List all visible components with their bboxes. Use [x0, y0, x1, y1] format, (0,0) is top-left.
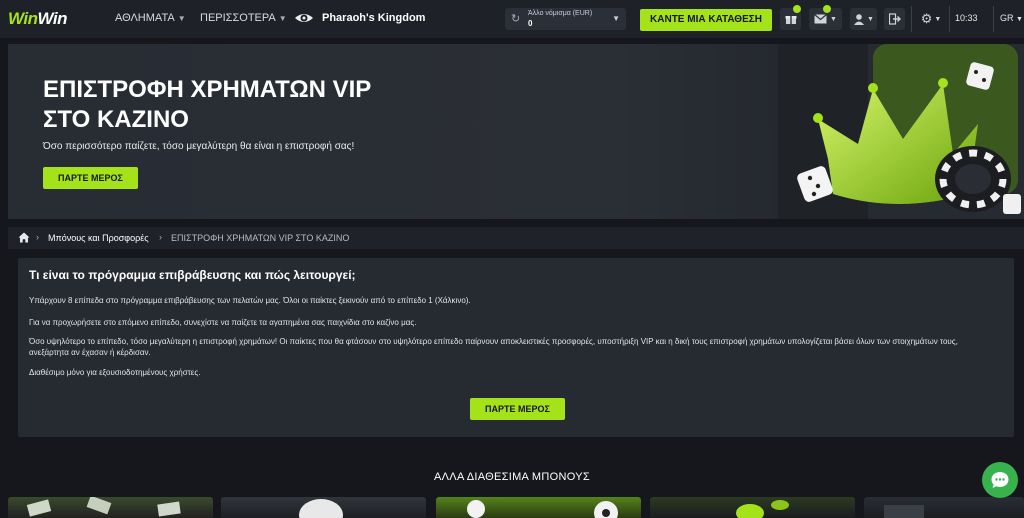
info-paragraph-1: Υπάρχουν 8 επίπεδα στο πρόγραμμα επιβράβ… — [29, 296, 471, 305]
chevron-down-icon: ▼ — [867, 15, 874, 23]
nav-sports-label: ΑΘΛΗΜΑΤΑ — [115, 12, 175, 24]
other-bonuses-title: ΑΛΛΑ ΔΙΑΘΕΣΙΜΑ ΜΠΟΝΟΥΣ — [434, 471, 590, 483]
chevron-down-icon: ▼ — [278, 13, 287, 23]
divider — [949, 6, 950, 32]
info-paragraph-2: Για να προχωρήσετε στο επόμενο επίπεδο, … — [29, 318, 417, 327]
mail-icon — [814, 14, 827, 24]
gift-button[interactable] — [780, 5, 801, 30]
bonus-card-image — [26, 497, 181, 517]
chevron-down-icon: ▼ — [177, 13, 186, 23]
settings-button[interactable]: ⚙ ▼ — [917, 8, 945, 30]
logout-icon — [888, 13, 901, 25]
logo-part1: Win — [8, 9, 38, 28]
home-icon[interactable] — [18, 232, 30, 243]
currency-selector[interactable]: ↻ Άλλο νόμισμα (EUR) 0 ▼ — [505, 8, 626, 30]
chevron-down-icon: ▼ — [934, 15, 942, 23]
language-label: GR — [1000, 13, 1014, 23]
logout-button[interactable] — [884, 8, 905, 30]
nav-more[interactable]: ΠΕΡΙΣΣΟΤΕΡΑ ▼ — [200, 12, 287, 24]
bonus-card[interactable] — [650, 497, 855, 518]
info-heading: Τι είναι το πρόγραμμα επιβράβευσης και π… — [29, 268, 356, 282]
divider — [993, 6, 994, 32]
nav-sports[interactable]: ΑΘΛΗΜΑΤΑ ▼ — [115, 12, 186, 24]
bonus-card-image — [299, 499, 343, 518]
user-icon — [854, 14, 865, 25]
language-selector[interactable]: GR ▼ — [1000, 13, 1023, 23]
pharaoh-eye-icon — [295, 14, 313, 22]
balance-value: 0 — [528, 19, 533, 28]
loyalty-info-panel: Τι είναι το πρόγραμμα επιβράβευσης και π… — [18, 258, 1014, 437]
bonus-card[interactable] — [8, 497, 213, 518]
refresh-icon[interactable]: ↻ — [511, 12, 520, 25]
chevron-right-icon: › — [36, 232, 39, 242]
info-paragraph-4: Διαθέσιμο μόνο για εξουσιοδοτημένους χρή… — [29, 368, 201, 377]
top-header: WinWin ΑΘΛΗΜΑΤΑ ▼ ΠΕΡΙΣΣΟΤΕΡΑ ▼ Pharaoh'… — [0, 0, 1024, 38]
bonus-card-image — [736, 500, 789, 518]
chevron-down-icon: ▼ — [830, 15, 837, 23]
info-paragraph-3: Όσο υψηλότερο το επίπεδο, τόσο μεγαλύτερ… — [29, 337, 958, 357]
banner-join-button[interactable]: ΠΑΡΤΕ ΜΕΡΟΣ — [43, 167, 138, 189]
clock: 10:33 — [955, 13, 978, 23]
promo-banner: ΕΠΙΣΤΡΟΦΗ ΧΡΗΜΑΤΩΝ VIP ΣΤΟ ΚΑΖΙΝΟ Όσο πε… — [8, 44, 1024, 219]
chevron-right-icon: › — [159, 232, 162, 242]
chat-bubble-icon — [991, 472, 1009, 488]
messages-button[interactable]: ▼ — [809, 5, 842, 30]
bonus-card-image — [884, 505, 924, 518]
live-chat-button[interactable] — [982, 462, 1018, 498]
breadcrumb-current: ΕΠΙΣΤΡΟΦΗ ΧΡΗΜΑΤΩΝ VIP ΣΤΟ ΚΑΖΙΝΟ — [171, 233, 350, 243]
logo-part2: Win — [37, 9, 68, 28]
bonus-card[interactable] — [436, 497, 641, 518]
crown-dice-chips-image — [778, 44, 1024, 219]
nav-more-label: ΠΕΡΙΣΣΟΤΕΡΑ — [200, 12, 276, 24]
currency-label: Άλλο νόμισμα (EUR) — [528, 10, 593, 17]
gift-icon — [785, 16, 796, 24]
chevron-down-icon: ▼ — [1016, 16, 1023, 23]
account-button[interactable]: ▼ — [850, 8, 877, 30]
mail-badge — [823, 5, 831, 13]
nav-game-link[interactable]: Pharaoh's Kingdom — [322, 12, 425, 24]
banner-subtitle: Όσο περισσότερο παίζετε, τόσο μεγαλύτερη… — [43, 141, 355, 152]
winwin-logo[interactable]: WinWin — [8, 9, 68, 29]
info-join-button[interactable]: ΠΑΡΤΕ ΜΕΡΟΣ — [470, 398, 565, 420]
breadcrumb-bonuses-link[interactable]: Μπόνους και Προσφορές — [48, 233, 149, 243]
bonus-card[interactable] — [221, 497, 426, 518]
gear-icon: ⚙ — [920, 11, 933, 26]
divider — [911, 6, 912, 32]
deposit-button[interactable]: ΚΑΝΤΕ ΜΙΑ ΚΑΤΑΘΕΣΗ — [640, 9, 772, 31]
chevron-down-icon: ▼ — [612, 14, 620, 23]
bonus-card[interactable] — [864, 497, 1024, 518]
breadcrumb: › Μπόνους και Προσφορές › ΕΠΙΣΤΡΟΦΗ ΧΡΗΜ… — [8, 227, 1024, 249]
banner-title: ΕΠΙΣΤΡΟΦΗ ΧΡΗΜΑΤΩΝ VIP ΣΤΟ ΚΑΖΙΝΟ — [43, 76, 371, 133]
gift-badge — [793, 5, 801, 13]
bonus-card-image — [467, 500, 618, 518]
